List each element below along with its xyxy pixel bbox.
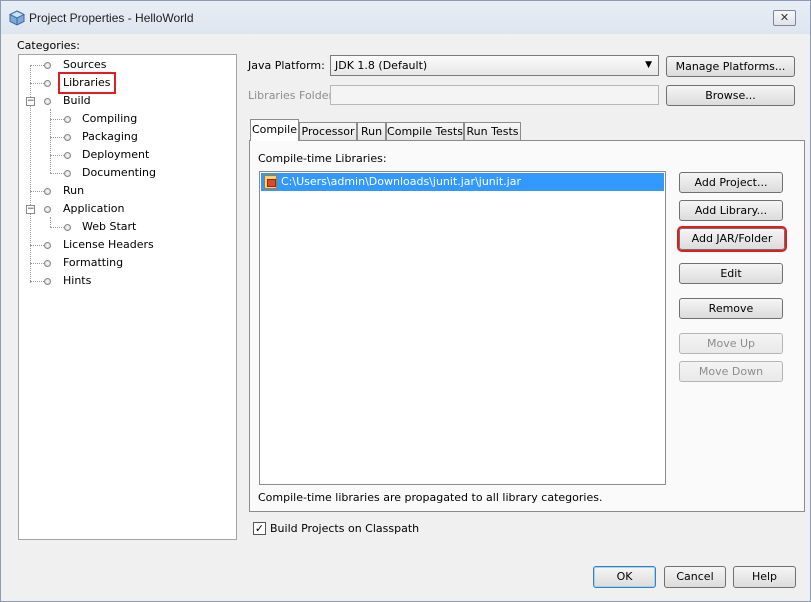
remove-button[interactable]: Remove (679, 298, 783, 319)
node-icon (44, 242, 51, 249)
tab-run-tests[interactable]: Run Tests (464, 122, 521, 140)
tree-item-compiling[interactable]: Compiling (82, 111, 137, 127)
build-on-classpath-checkbox[interactable]: ✓ (253, 522, 266, 535)
node-icon (64, 152, 71, 159)
check-icon: ✓ (254, 522, 265, 535)
categories-label: Categories: (17, 39, 80, 52)
node-icon (64, 116, 71, 123)
node-icon (44, 188, 51, 195)
tab-run[interactable]: Run (357, 122, 386, 140)
categories-tree[interactable]: Sources Libraries − Build Compiling Pack… (18, 54, 237, 540)
libraries-folder-label: Libraries Folder: (248, 89, 337, 102)
tree-line (30, 281, 44, 282)
edit-button[interactable]: Edit (679, 263, 783, 284)
tab-processor[interactable]: Processor (299, 122, 357, 140)
node-icon (44, 80, 51, 87)
compile-libraries-label: Compile-time Libraries: (258, 152, 387, 165)
tree-line (30, 263, 44, 264)
node-icon (44, 62, 51, 69)
project-properties-dialog: Project Properties - HelloWorld ✕ Catego… (0, 0, 811, 602)
tab-compile-tests[interactable]: Compile Tests (386, 122, 464, 140)
node-icon (44, 278, 51, 285)
collapse-icon[interactable]: − (26, 97, 35, 106)
tree-line (30, 191, 44, 192)
java-platform-value: JDK 1.8 (Default) (335, 59, 428, 72)
tab-compile[interactable]: Compile (250, 119, 299, 141)
tree-item-build[interactable]: Build (63, 93, 91, 109)
node-icon (64, 224, 71, 231)
tree-line (50, 217, 51, 227)
help-button[interactable]: Help (733, 566, 796, 588)
compile-libraries-list[interactable]: C:\Users\admin\Downloads\junit.jar\junit… (259, 171, 666, 485)
browse-button[interactable]: Browse... (666, 85, 795, 106)
jar-icon (264, 175, 277, 189)
project-icon (9, 10, 25, 26)
tree-line (30, 83, 44, 84)
window-title: Project Properties - HelloWorld (29, 11, 194, 25)
add-project-button[interactable]: Add Project... (679, 172, 783, 193)
node-icon (44, 98, 51, 105)
cancel-button[interactable]: Cancel (664, 566, 726, 588)
node-icon (44, 206, 51, 213)
add-library-button[interactable]: Add Library... (679, 200, 783, 221)
tree-item-formatting[interactable]: Formatting (63, 255, 123, 271)
collapse-icon[interactable]: − (26, 205, 35, 214)
node-icon (64, 134, 71, 141)
ok-button[interactable]: OK (593, 566, 656, 588)
close-icon: ✕ (779, 11, 790, 24)
list-item[interactable]: C:\Users\admin\Downloads\junit.jar\junit… (261, 173, 664, 191)
tree-line (50, 173, 64, 174)
java-platform-select[interactable]: JDK 1.8 (Default) ▼ (330, 55, 659, 76)
tree-line (50, 119, 64, 120)
move-down-button[interactable]: Move Down (679, 361, 783, 382)
tree-item-hints[interactable]: Hints (63, 273, 91, 289)
tree-item-deployment[interactable]: Deployment (82, 147, 149, 163)
tree-line (50, 155, 64, 156)
title-bar[interactable]: Project Properties - HelloWorld ✕ (1, 1, 810, 34)
node-icon (44, 260, 51, 267)
tree-line (50, 137, 64, 138)
tree-line (50, 227, 64, 228)
build-on-classpath-label[interactable]: Build Projects on Classpath (270, 522, 419, 535)
tree-item-documenting[interactable]: Documenting (82, 165, 156, 181)
tree-item-sources[interactable]: Sources (63, 57, 107, 73)
tree-item-run[interactable]: Run (63, 183, 84, 199)
tree-item-license-headers[interactable]: License Headers (63, 237, 154, 253)
tree-item-application[interactable]: Application (63, 201, 124, 217)
java-platform-label: Java Platform: (248, 59, 325, 72)
move-up-button[interactable]: Move Up (679, 333, 783, 354)
add-jar-folder-button[interactable]: Add JAR/Folder (677, 226, 787, 252)
tree-item-libraries[interactable]: Libraries (58, 72, 116, 94)
dropdown-arrow-icon: ▼ (645, 60, 652, 70)
tree-item-packaging[interactable]: Packaging (82, 129, 138, 145)
node-icon (64, 170, 71, 177)
tree-line (30, 245, 44, 246)
manage-platforms-button[interactable]: Manage Platforms... (666, 56, 795, 77)
tree-item-web-start[interactable]: Web Start (82, 219, 136, 235)
libraries-folder-field[interactable] (330, 85, 659, 105)
close-button[interactable]: ✕ (773, 10, 796, 26)
tree-line (30, 65, 44, 66)
propagation-note: Compile-time libraries are propagated to… (258, 491, 603, 504)
library-path: C:\Users\admin\Downloads\junit.jar\junit… (281, 175, 521, 188)
